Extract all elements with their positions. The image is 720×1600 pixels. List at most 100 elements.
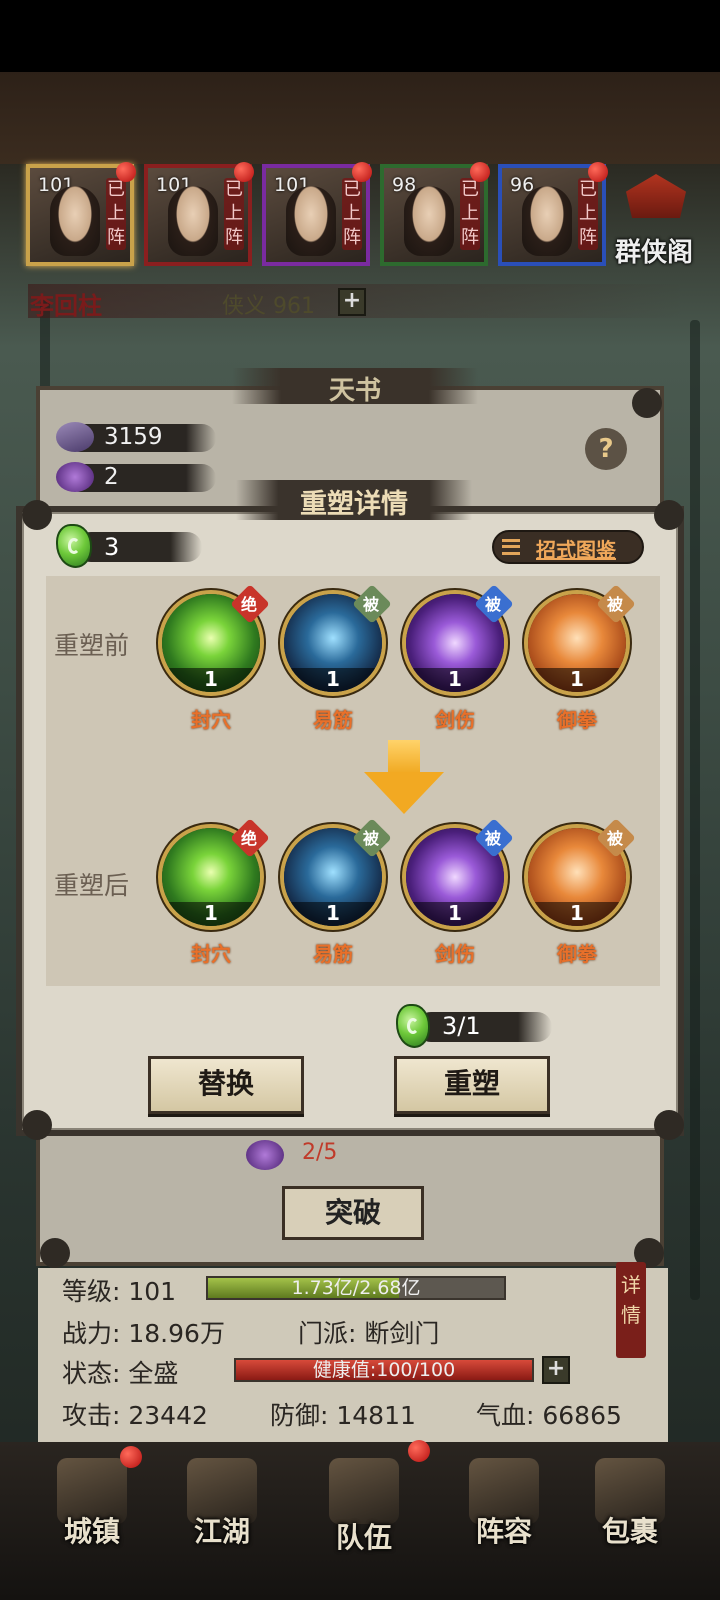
skill-name: 御拳 [557, 942, 597, 966]
modal-corner-ornament [22, 1110, 52, 1140]
jade-icon [396, 1004, 430, 1048]
tianshu-title: 天书 [328, 376, 381, 406]
move-guide-label: 招式图鉴 [536, 538, 616, 562]
nav-jianghu[interactable]: 江湖 [162, 1448, 282, 1588]
orb-resource-value: 2 [104, 464, 119, 490]
skill-name: 易筋 [313, 942, 353, 966]
health-plus-button[interactable]: + [542, 1356, 570, 1384]
hero-portrait [404, 186, 454, 256]
nav-team[interactable]: 队伍 [304, 1440, 430, 1588]
skill-slot[interactable]: 1 被御拳 [524, 584, 636, 732]
modal-corner-ornament [654, 500, 684, 530]
skill-name: 御拳 [557, 708, 597, 732]
list-icon [502, 539, 520, 555]
notification-dot [116, 162, 136, 182]
power-stat: 战力: 18.96万 [62, 1319, 225, 1348]
skill-type-label: 被 [606, 595, 623, 614]
pavilion-icon [626, 174, 686, 218]
skill-type-label: 被 [362, 595, 379, 614]
skill-level: 1 [326, 667, 340, 691]
notification-dot [352, 162, 372, 182]
skill-slot[interactable]: 1 被易筋 [280, 818, 392, 966]
skill-level: 1 [570, 667, 584, 691]
defense-stat: 防御: 14811 [270, 1401, 416, 1430]
skill-slot[interactable]: 1 绝封穴 [158, 818, 270, 966]
hero-slot-3[interactable]: 101 已上阵 [262, 162, 372, 266]
deployed-tag: 已上阵 [224, 178, 244, 250]
exp-bar: 1.73亿/2.68亿 [206, 1276, 506, 1300]
skill-level: 1 [448, 667, 462, 691]
nav-town[interactable]: 城镇 [32, 1446, 152, 1588]
jade-icon [56, 524, 92, 568]
notification-dot [234, 162, 254, 182]
nav-formation[interactable]: 阵容 [444, 1448, 564, 1588]
scroll-resource-icon [56, 422, 94, 452]
bamboo-stalk [690, 320, 700, 1300]
skill-name: 易筋 [313, 708, 353, 732]
replace-button[interactable]: 替换 [148, 1056, 304, 1114]
nav-bag[interactable]: 包裹 [570, 1448, 690, 1588]
move-guide-button[interactable]: 招式图鉴 [492, 530, 644, 564]
xiayi-plus-button[interactable]: + [338, 288, 366, 316]
help-button[interactable]: ? [585, 428, 627, 470]
before-label: 重塑前 [54, 631, 130, 660]
skill-type-label: 绝 [240, 829, 257, 848]
after-label: 重塑后 [54, 871, 130, 900]
skill-type-label: 绝 [240, 595, 257, 614]
nav-label: 城镇 [63, 1515, 120, 1548]
notification-dot [120, 1446, 142, 1468]
detail-tag-button[interactable]: 详情 [616, 1262, 646, 1358]
breakthrough-button[interactable]: 突破 [282, 1186, 424, 1240]
reshape-button[interactable]: 重塑 [394, 1056, 550, 1114]
exp-text: 1.73亿/2.68亿 [291, 1277, 421, 1299]
skill-level: 1 [204, 667, 218, 691]
hp-stat: 气血: 66865 [476, 1401, 622, 1430]
hero-slot-5[interactable]: 96 已上阵 [498, 162, 608, 266]
nav-label: 阵容 [475, 1515, 532, 1548]
skill-name: 剑伤 [435, 942, 475, 966]
nav-label: 包裹 [601, 1515, 658, 1548]
down-arrow-icon [364, 740, 444, 816]
skill-type-label: 被 [484, 595, 501, 614]
deployed-tag: 已上阵 [460, 178, 480, 250]
skill-type-label: 被 [484, 829, 501, 848]
hero-slot-4[interactable]: 98 已上阵 [380, 162, 490, 266]
bamboo-hat-icon [329, 1458, 399, 1524]
skill-type-label: 被 [362, 829, 379, 848]
state-stat: 状态: 全盛 [62, 1359, 179, 1388]
hero-name: 李回柱 [30, 292, 102, 320]
hero-slot-1[interactable]: 101 已上阵 [26, 162, 136, 266]
reshape-cost: 3/1 [442, 1012, 481, 1040]
scroll-resource-value: 3159 [104, 424, 163, 450]
xiayi-value: 侠义 961 [222, 294, 315, 319]
skill-slot[interactable]: 1 被剑伤 [402, 584, 514, 732]
top-banner [0, 72, 720, 164]
skill-slot[interactable]: 1 被剑伤 [402, 818, 514, 966]
nav-label: 江湖 [193, 1515, 250, 1548]
skill-slot[interactable]: 1 绝封穴 [158, 584, 270, 732]
hero-slot-2[interactable]: 101 已上阵 [144, 162, 254, 266]
hero-portrait [50, 186, 100, 256]
skill-slot[interactable]: 1 被易筋 [280, 584, 392, 732]
hero-hall-button[interactable]: 群侠阁 [604, 168, 704, 268]
skill-level: 1 [448, 901, 462, 925]
jade-count-pill [76, 532, 202, 562]
level-stat: 等级: 101 [62, 1277, 177, 1306]
hero-roster: 101 已上阵 101 已上阵 101 已上阵 98 已上阵 96 已上阵 群侠… [22, 162, 702, 268]
nav-label: 队伍 [335, 1521, 392, 1554]
sect-stat: 门派: 断剑门 [298, 1319, 440, 1348]
panel-corner-ornament [632, 388, 662, 418]
skill-type-label: 被 [606, 829, 623, 848]
cost-pill [416, 1012, 552, 1042]
skill-level: 1 [326, 901, 340, 925]
jade-count: 3 [104, 533, 120, 561]
skill-level: 1 [204, 901, 218, 925]
health-bar: 健康值:100/100 [234, 1358, 534, 1382]
skill-slot[interactable]: 1 被御拳 [524, 818, 636, 966]
hero-portrait [286, 186, 336, 256]
modal-corner-ornament [22, 500, 52, 530]
notification-dot [470, 162, 490, 182]
notification-dot [408, 1440, 430, 1462]
hero-portrait [522, 186, 572, 256]
skill-name: 封穴 [191, 708, 231, 732]
